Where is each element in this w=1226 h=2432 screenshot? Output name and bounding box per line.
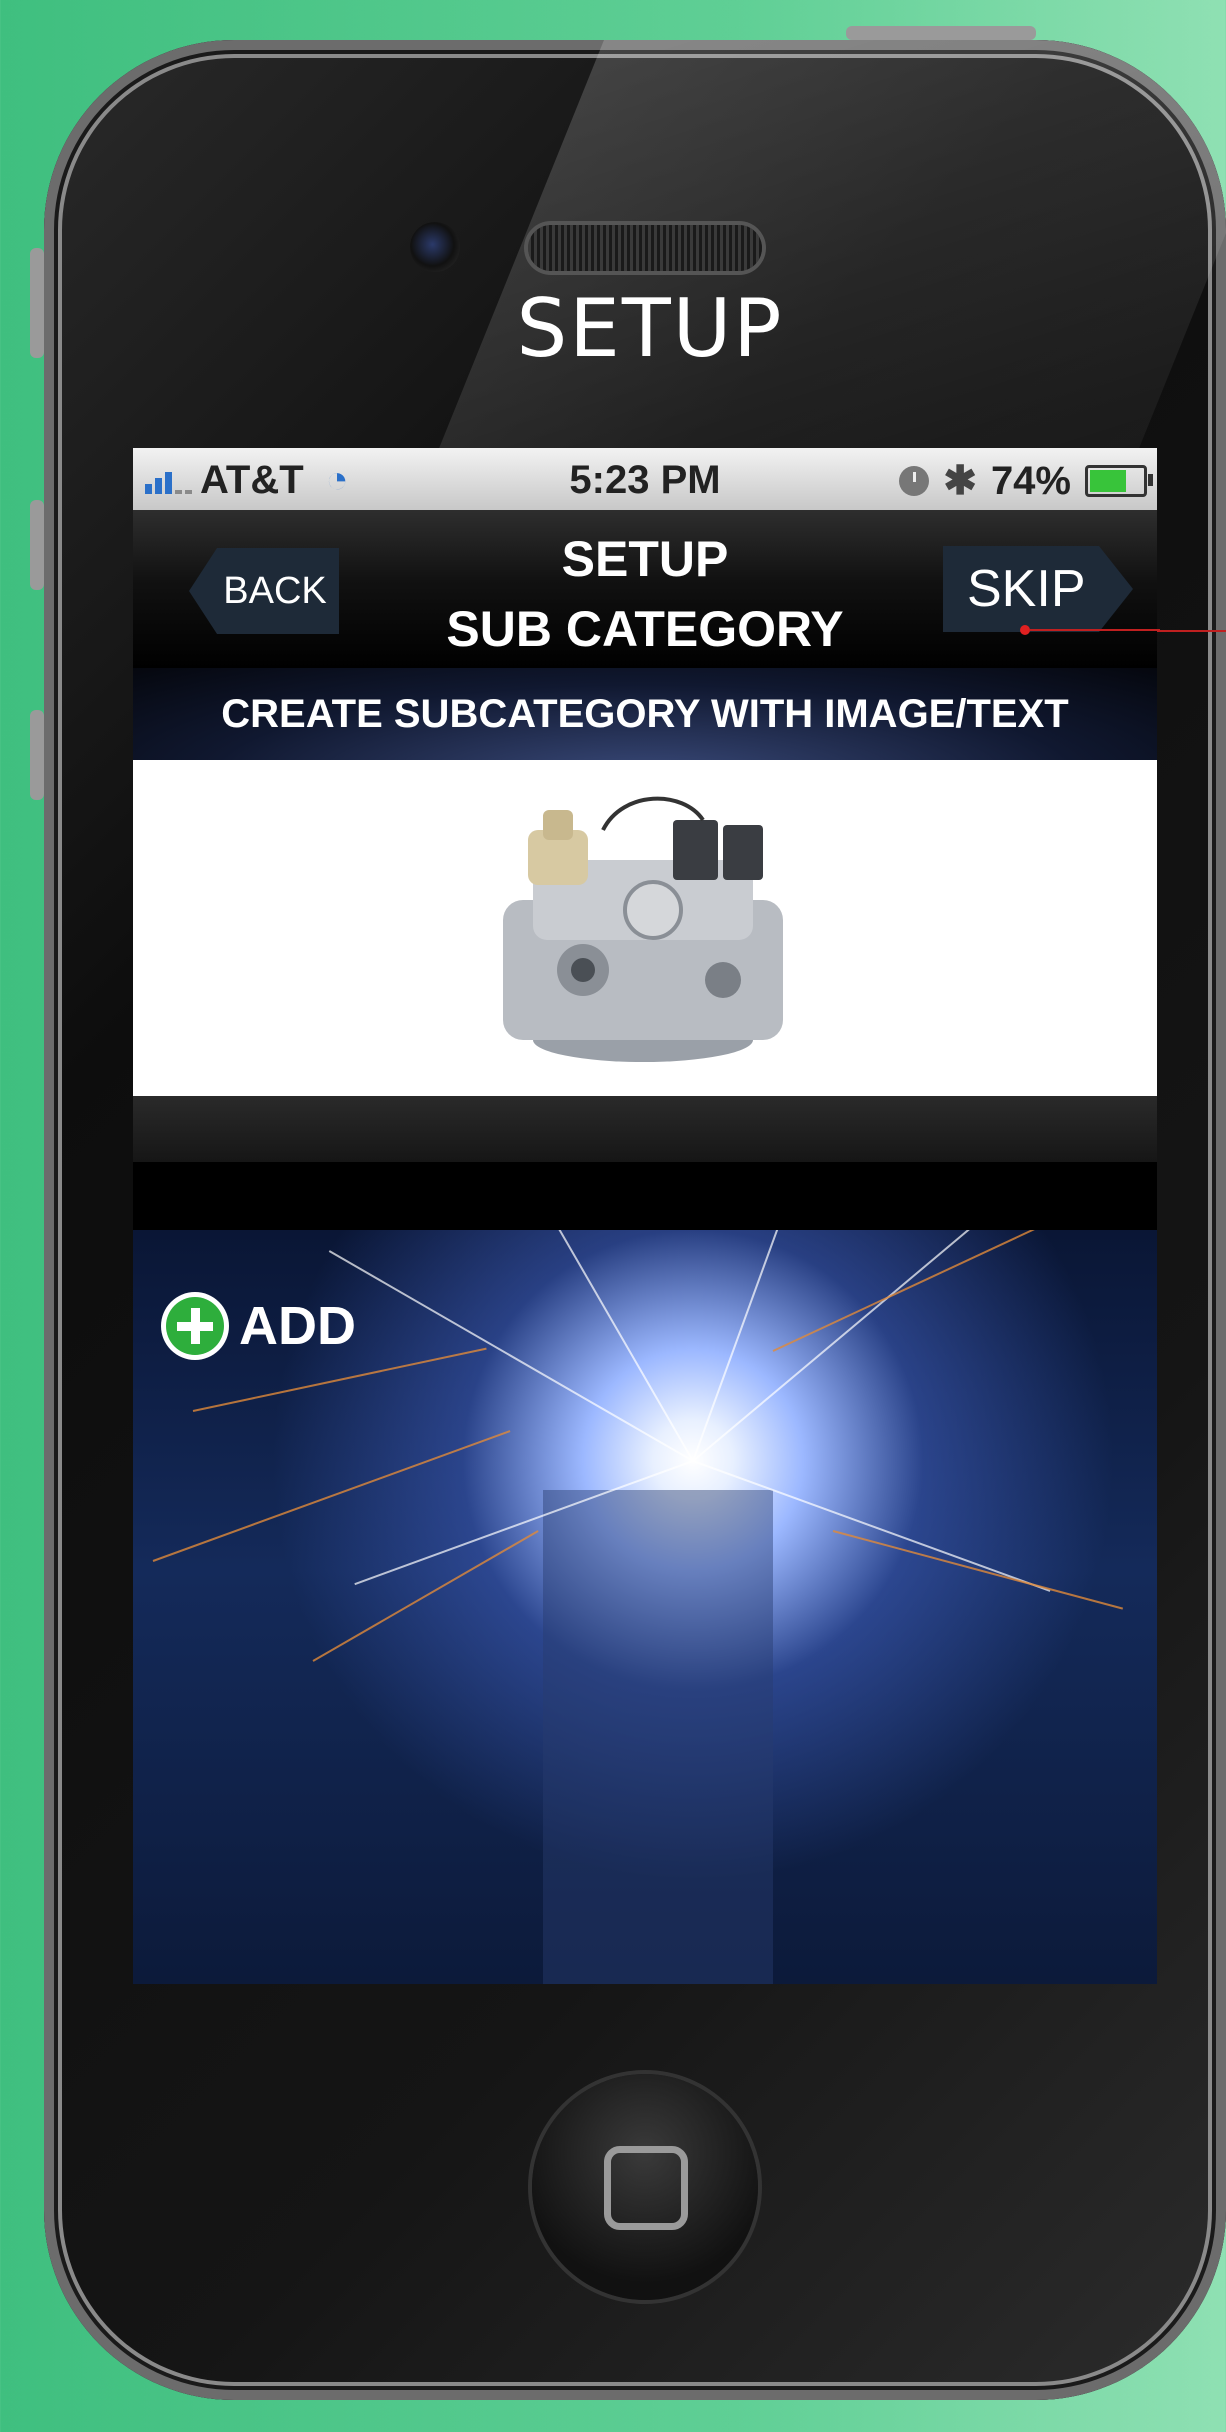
annotation-line	[1030, 629, 1160, 631]
clock-icon	[899, 466, 930, 496]
light-ray	[692, 1230, 818, 1462]
phone-title: SETUP	[516, 282, 784, 375]
light-ray	[328, 1250, 694, 1462]
add-button[interactable]: ADD	[161, 1292, 356, 1360]
earpiece-speaker	[528, 225, 762, 271]
gas-valve-image	[503, 796, 783, 1062]
status-bar: AT&T ◔ 5:23 PM ✱ 74%	[133, 448, 1157, 510]
background-shape	[543, 1490, 773, 1984]
bluetooth-icon: ✱	[943, 459, 977, 503]
front-camera-icon	[410, 222, 460, 272]
navigation-bar: BACK SETUP SUB CATEGORY SKIP	[133, 510, 1157, 668]
light-ray	[502, 1230, 694, 1462]
annotation-dot	[1020, 625, 1030, 635]
welding-background-image: ADD	[133, 1230, 1157, 1984]
home-button[interactable]	[532, 2074, 758, 2300]
instruction-banner: CREATE SUBCATEGORY WITH IMAGE/TEXT	[133, 668, 1157, 760]
app-screen: AT&T ◔ 5:23 PM ✱ 74% BACK SETUP SUB CATE…	[133, 448, 1157, 1984]
power-button	[846, 26, 1036, 40]
status-right-group: ✱ 74%	[899, 458, 1153, 504]
home-button-icon	[604, 2146, 688, 2230]
battery-percent: 74%	[990, 458, 1071, 503]
annotation-line-ext	[1157, 630, 1226, 632]
spark-streak	[772, 1230, 1064, 1352]
spark-streak	[152, 1430, 511, 1562]
volume-up-button	[30, 500, 44, 590]
battery-icon	[1085, 465, 1153, 497]
skip-button-label: SKIP	[967, 560, 1086, 618]
skip-button[interactable]: SKIP	[943, 546, 1133, 632]
divider-band	[133, 1096, 1157, 1162]
divider-band-dark	[133, 1162, 1157, 1230]
spark-streak	[312, 1530, 539, 1662]
spark-streak	[832, 1530, 1124, 1610]
plus-icon	[161, 1292, 229, 1360]
add-button-label: ADD	[239, 1296, 356, 1356]
subcategory-image-area[interactable]	[133, 760, 1157, 1096]
volume-down-button	[30, 710, 44, 800]
